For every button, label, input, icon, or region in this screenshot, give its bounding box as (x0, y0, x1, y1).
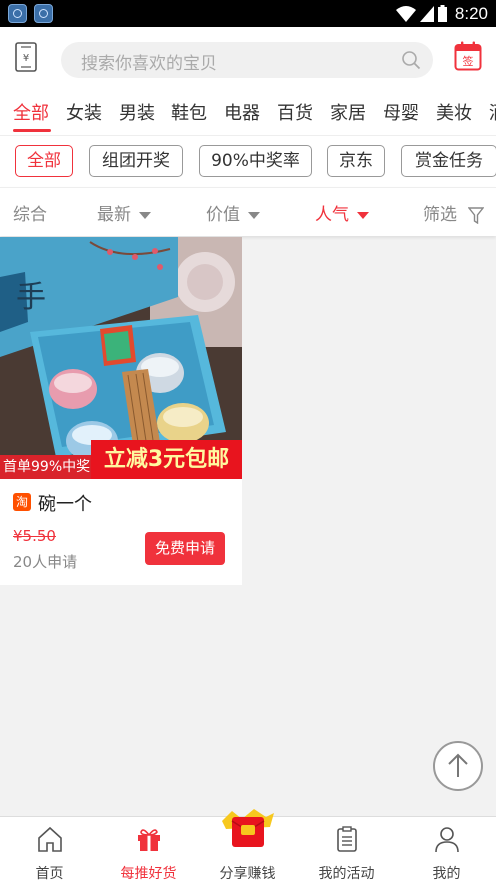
search-placeholder: 搜索你喜欢的宝贝 (81, 54, 217, 74)
category-tab-women[interactable]: 女装 (66, 99, 102, 125)
applicant-count: 20人申请 (13, 553, 78, 571)
funnel-icon (467, 206, 485, 224)
category-tab-beauty[interactable]: 美妆 (436, 99, 472, 125)
filter-chips: 全部 组团开奖 90%中奖率 京东 赏金任务 (0, 135, 496, 187)
sort-value[interactable]: 价值 (206, 200, 260, 225)
nav-daily-picks-label: 每推好货 (120, 866, 177, 882)
product-title: 碗一个 (38, 494, 92, 515)
dropdown-triangle-icon (139, 211, 151, 219)
sort-popularity-label: 人气 (315, 205, 349, 225)
sign-in-calendar-icon[interactable]: 签 (454, 41, 482, 71)
product-card[interactable]: 手 首单99%中奖 立减3元包邮 淘 碗一个 ¥5.50 20人申请 免费申请 (0, 237, 242, 585)
clock-time: 8:20 (454, 3, 488, 23)
sort-filter[interactable]: 筛选 (423, 200, 485, 225)
promo-tag-first-order: 首单99%中奖 (0, 455, 94, 479)
nav-home-label: 首页 (35, 866, 64, 882)
nav-my-activities-label: 我的活动 (318, 866, 375, 882)
back-to-top-button[interactable] (433, 741, 483, 791)
app-notification-icon (8, 4, 27, 23)
sort-bar: 综合 最新 价值 人气 筛选 (0, 187, 496, 236)
sort-newest[interactable]: 最新 (97, 200, 151, 225)
category-tab-general[interactable]: 百货 (277, 99, 313, 125)
sort-value-label: 价值 (206, 205, 240, 225)
product-original-price: ¥5.50 (13, 527, 56, 545)
dropdown-triangle-icon (248, 211, 260, 219)
bottom-navigation: 首页 每推好货 分享赚钱 我的活动 我的 (0, 809, 496, 884)
dropdown-triangle-icon (357, 211, 369, 219)
nav-me[interactable]: 我的 (397, 817, 496, 884)
top-header: ¥ 搜索你喜欢的宝贝 签 (0, 27, 496, 93)
app-notification-icon (34, 4, 53, 23)
category-tabs: 全部 女装 男装 鞋包 电器 百货 家居 母婴 美妆 酒 (0, 93, 496, 135)
search-icon[interactable] (401, 50, 421, 70)
promo-tag-discount: 立减3元包邮 (91, 440, 242, 479)
sort-filter-label: 筛选 (423, 205, 457, 225)
category-tab-liquor[interactable]: 酒 (489, 99, 496, 125)
nav-me-label: 我的 (432, 866, 461, 882)
filter-chip-group-draw[interactable]: 组团开奖 (89, 145, 183, 177)
taobao-badge-icon: 淘 (13, 493, 31, 511)
category-tab-all[interactable]: 全部 (13, 99, 49, 125)
filter-chip-90-percent[interactable]: 90%中奖率 (199, 145, 312, 177)
filter-chip-jd[interactable]: 京东 (327, 145, 385, 177)
red-envelope-icon (222, 809, 274, 847)
category-tab-baby[interactable]: 母婴 (383, 99, 419, 125)
sort-popularity[interactable]: 人气 (315, 200, 369, 225)
sort-newest-label: 最新 (97, 205, 131, 225)
category-tab-bags[interactable]: 鞋包 (171, 99, 207, 125)
filter-chip-bounty[interactable]: 赏金任务 (401, 145, 496, 177)
signal-icon (419, 5, 434, 22)
nav-home[interactable]: 首页 (0, 817, 99, 884)
price-phone-icon[interactable]: ¥ (15, 42, 37, 72)
nav-share-earn[interactable]: 分享赚钱 (198, 809, 297, 884)
nav-daily-picks[interactable]: 每推好货 (99, 817, 198, 884)
home-icon (38, 826, 62, 852)
category-tab-men[interactable]: 男装 (119, 99, 155, 125)
category-tab-home[interactable]: 家居 (330, 99, 366, 125)
sort-comprehensive-label: 综合 (13, 205, 47, 225)
sign-label: 签 (463, 54, 474, 68)
nav-share-earn-label: 分享赚钱 (219, 866, 276, 882)
gift-icon (138, 829, 160, 851)
user-icon (435, 827, 459, 853)
svg-text:¥: ¥ (23, 53, 29, 64)
status-bar: 8:20 (0, 0, 496, 27)
search-input[interactable]: 搜索你喜欢的宝贝 (61, 42, 433, 78)
wifi-icon (395, 5, 416, 22)
free-apply-button[interactable]: 免费申请 (145, 532, 225, 565)
svg-text:手: 手 (16, 280, 46, 315)
category-tab-appliances[interactable]: 电器 (224, 99, 260, 125)
filter-chip-all[interactable]: 全部 (15, 145, 73, 177)
battery-icon (437, 5, 447, 22)
nav-my-activities[interactable]: 我的活动 (297, 817, 396, 884)
sort-comprehensive[interactable]: 综合 (13, 200, 47, 225)
active-tab-indicator (13, 129, 51, 132)
clipboard-icon (337, 826, 357, 852)
arrow-up-icon (448, 753, 468, 777)
